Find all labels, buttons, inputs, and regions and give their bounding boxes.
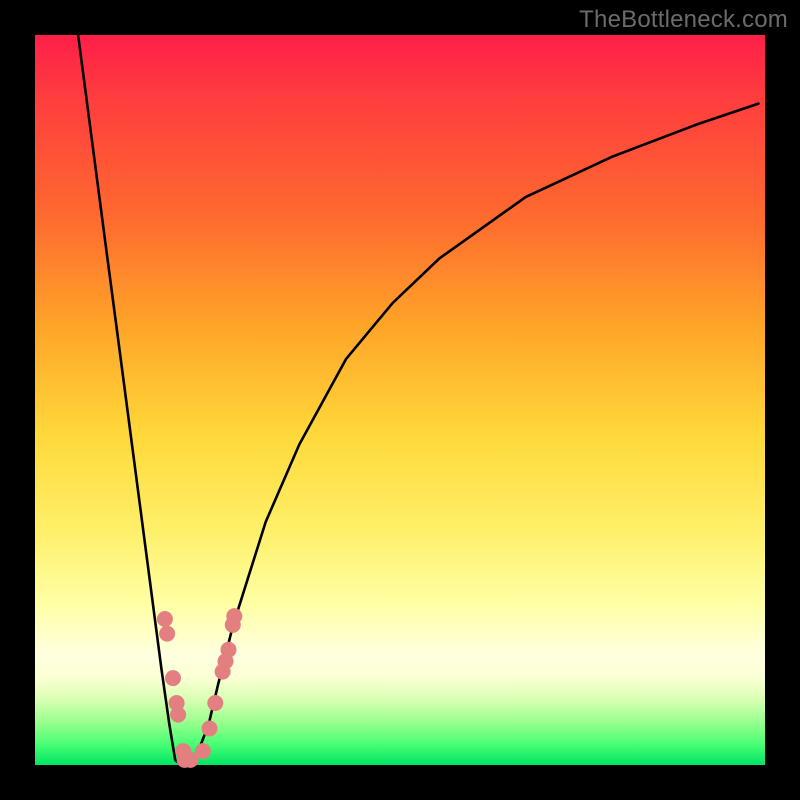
marker-point — [195, 743, 211, 759]
chart-frame: TheBottleneck.com — [0, 0, 800, 800]
marker-point — [170, 707, 186, 723]
marker-point — [157, 611, 173, 627]
curve-left-branch — [78, 35, 185, 765]
marker-point — [226, 608, 242, 624]
curve-right-branch — [185, 104, 758, 765]
marker-point — [207, 695, 223, 711]
curve-overlay — [0, 0, 800, 800]
marker-point — [202, 721, 218, 737]
marker-point — [221, 642, 237, 658]
marker-point — [159, 626, 175, 642]
marker-point — [165, 670, 181, 686]
